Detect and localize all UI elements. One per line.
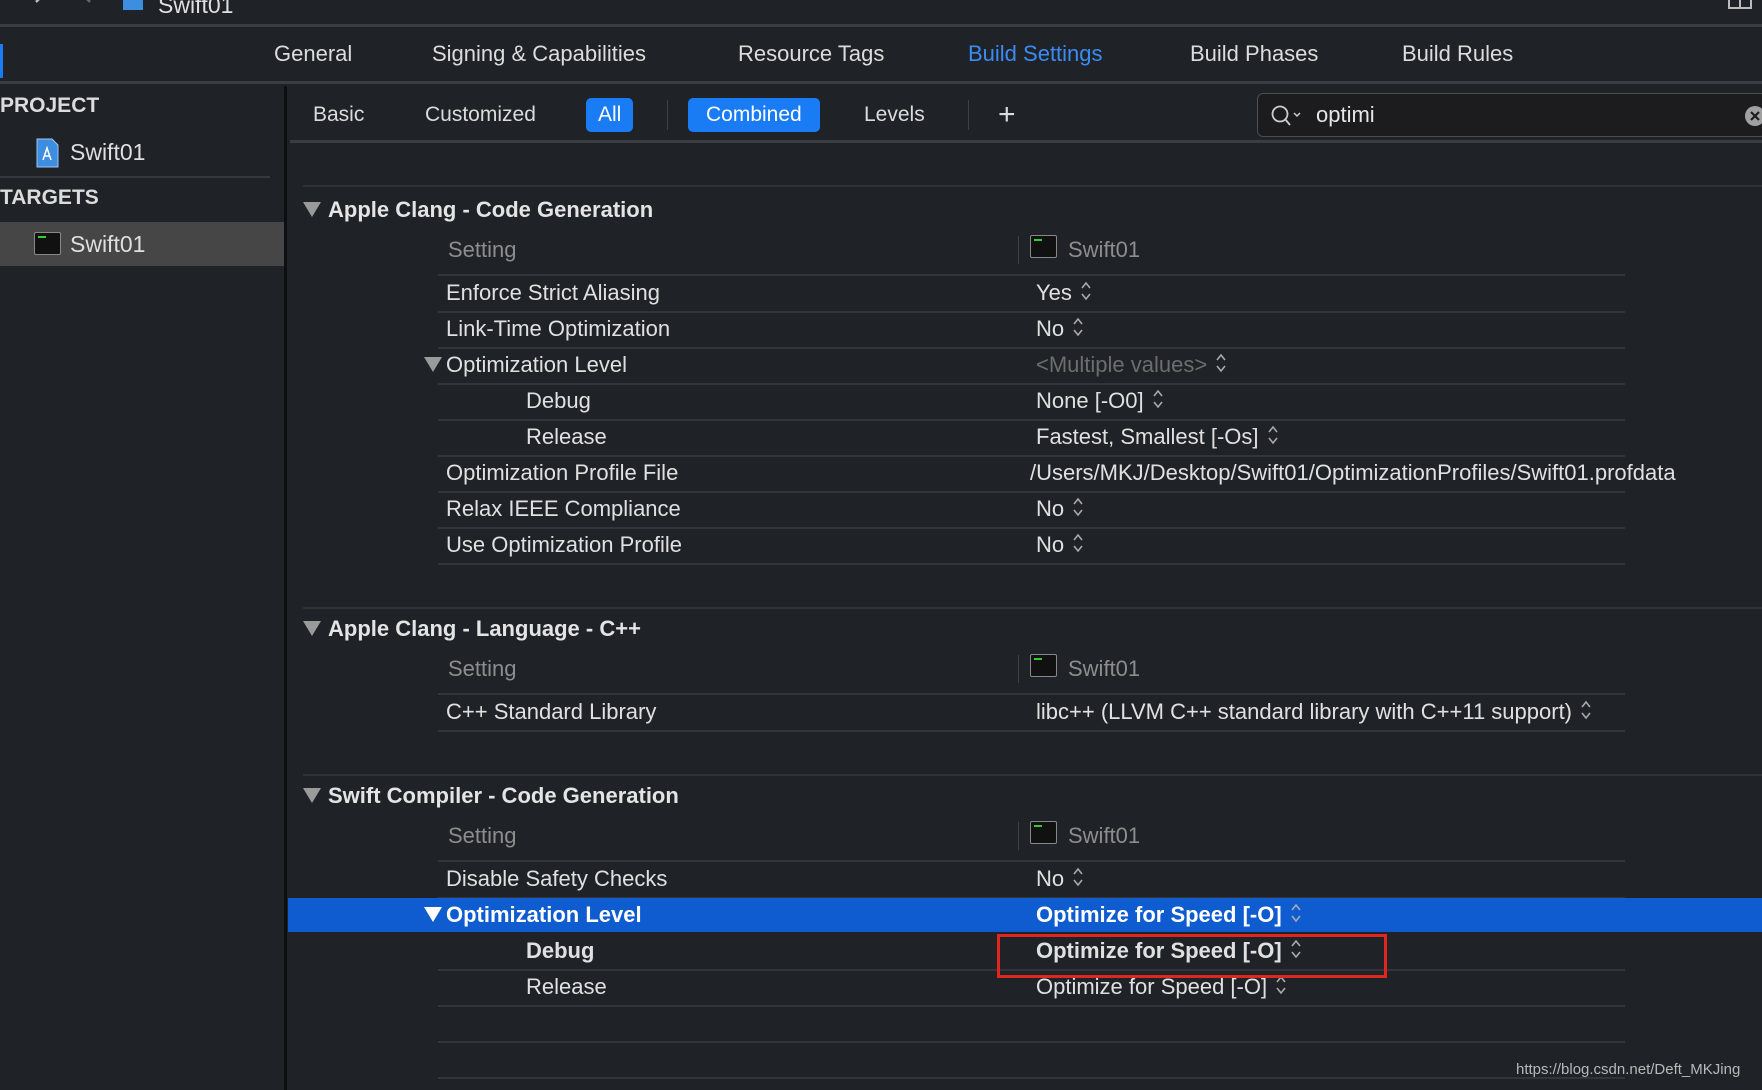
stepper-icon[interactable] — [1072, 867, 1084, 893]
setting-name: Debug — [526, 938, 595, 963]
row-divider — [438, 730, 1625, 732]
setting-value-text: <Multiple values> — [1036, 352, 1208, 377]
stepper-icon[interactable] — [1072, 533, 1084, 559]
setting-name: Optimization Profile File — [446, 460, 679, 485]
row-divider — [438, 383, 1625, 385]
watermark: https://blog.csdn.net/Deft_MKJing — [1516, 1061, 1741, 1078]
target-column-header: Swift01 — [1068, 237, 1141, 262]
setting-name: Release — [526, 974, 607, 999]
setting-value-text: No — [1036, 316, 1065, 341]
setting-name: Use Optimization Profile — [446, 532, 682, 557]
row-divider — [438, 1077, 1625, 1079]
setting-value[interactable]: Yes — [1036, 280, 1092, 307]
setting-value[interactable]: /Users/MKJ/Desktop/Swift01/OptimizationP… — [1030, 460, 1676, 486]
setting-name: Enforce Strict Aliasing — [446, 280, 660, 305]
disclosure-triangle-icon[interactable] — [303, 202, 321, 217]
stepper-icon[interactable] — [1215, 353, 1227, 379]
stepper-icon[interactable] — [1072, 497, 1084, 523]
setting-name: Optimization Level — [446, 902, 642, 927]
section-title[interactable]: Apple Clang - Language - C++ — [328, 616, 641, 642]
setting-value[interactable]: None [-O0] — [1036, 388, 1164, 415]
setting-name: Optimization Level — [446, 352, 627, 377]
setting-value[interactable]: libc++ (LLVM C++ standard library with C… — [1036, 699, 1592, 726]
target-column-header: Swift01 — [1068, 823, 1141, 848]
target-column-header: Swift01 — [1068, 656, 1141, 681]
setting-column-header: Setting — [448, 237, 517, 262]
section-divider — [303, 774, 1762, 776]
setting-value[interactable]: <Multiple values> — [1036, 352, 1227, 379]
row-divider — [438, 455, 1625, 457]
section-divider — [303, 185, 1762, 187]
setting-value[interactable]: No — [1036, 496, 1084, 523]
row-divider — [438, 491, 1625, 493]
setting-name: Release — [526, 424, 607, 449]
column-divider — [1018, 822, 1019, 850]
setting-value[interactable]: Optimize for Speed [-O] — [1036, 974, 1287, 1001]
setting-value[interactable]: Optimize for Speed [-O] — [1036, 902, 1302, 929]
section-divider — [303, 607, 1762, 609]
row-divider — [438, 1005, 1625, 1007]
setting-name: Relax IEEE Compliance — [446, 496, 681, 521]
disclosure-triangle-icon[interactable] — [303, 621, 321, 636]
setting-value-text: /Users/MKJ/Desktop/Swift01/OptimizationP… — [1030, 460, 1676, 485]
annotation-highlight-box — [997, 934, 1387, 978]
build-settings-table: Apple Clang - Code Generation Setting Swif… — [0, 0, 1762, 1090]
setting-value[interactable]: No — [1036, 866, 1084, 893]
row-divider — [438, 563, 1625, 565]
setting-value-text: None [-O0] — [1036, 388, 1144, 413]
terminal-target-icon — [1030, 654, 1057, 677]
stepper-icon[interactable] — [1072, 317, 1084, 343]
section-title[interactable]: Apple Clang - Code Generation — [328, 197, 653, 223]
column-divider — [1018, 236, 1019, 264]
row-divider — [438, 419, 1625, 421]
setting-value-text: No — [1036, 532, 1065, 557]
setting-name: Disable Safety Checks — [446, 866, 668, 891]
section-title[interactable]: Swift Compiler - Code Generation — [328, 783, 679, 809]
setting-name: Debug — [526, 388, 591, 413]
setting-value-text: Yes — [1036, 280, 1072, 305]
stepper-icon[interactable] — [1275, 975, 1287, 1001]
setting-value[interactable]: No — [1036, 316, 1084, 343]
row-divider — [438, 527, 1625, 529]
stepper-icon[interactable] — [1152, 389, 1164, 415]
setting-name: Link-Time Optimization — [446, 316, 671, 341]
row-divider — [438, 860, 1625, 862]
row-divider — [438, 347, 1625, 349]
setting-column-header: Setting — [448, 823, 517, 848]
setting-value-text: Optimize for Speed [-O] — [1036, 902, 1282, 927]
setting-value[interactable]: No — [1036, 532, 1084, 559]
row-divider — [438, 1041, 1625, 1043]
setting-value[interactable]: Fastest, Smallest [-Os] — [1036, 424, 1279, 451]
stepper-icon[interactable] — [1290, 903, 1302, 929]
setting-column-header: Setting — [448, 656, 517, 681]
setting-value-text: libc++ (LLVM C++ standard library with C… — [1036, 699, 1573, 724]
stepper-icon[interactable] — [1580, 700, 1592, 726]
row-divider — [438, 693, 1625, 695]
setting-value-text: No — [1036, 496, 1065, 521]
setting-name: C++ Standard Library — [446, 699, 657, 724]
terminal-target-icon — [1030, 235, 1057, 258]
column-divider — [1018, 655, 1019, 683]
setting-value-text: Fastest, Smallest [-Os] — [1036, 424, 1259, 449]
row-divider — [438, 311, 1625, 313]
disclosure-triangle-icon[interactable] — [303, 788, 321, 803]
stepper-icon[interactable] — [1080, 281, 1092, 307]
terminal-target-icon — [1030, 821, 1057, 844]
stepper-icon[interactable] — [1267, 425, 1279, 451]
row-divider — [438, 274, 1625, 276]
setting-value-text: No — [1036, 866, 1065, 891]
disclosure-triangle-icon[interactable] — [424, 907, 442, 922]
disclosure-triangle-icon[interactable] — [424, 357, 442, 372]
